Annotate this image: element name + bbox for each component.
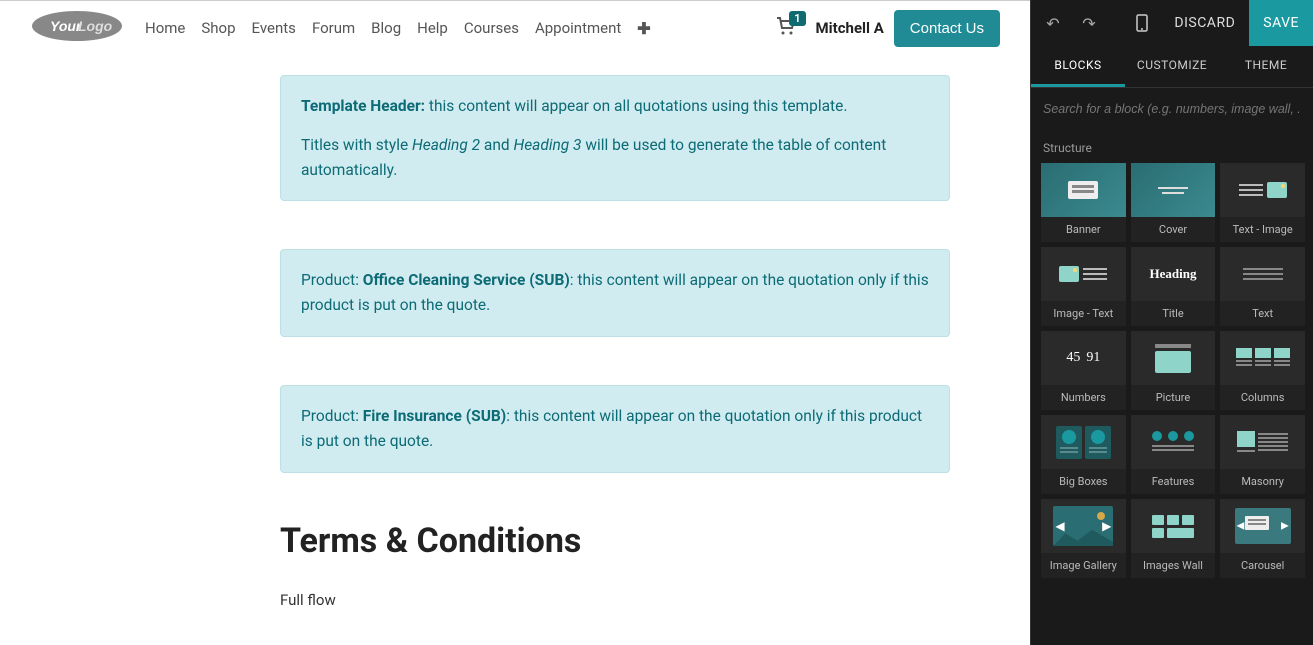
editor-sidebar: ↶ ↷ DISCARD SAVE BLOCKS CUSTOMIZE THEME … bbox=[1030, 0, 1313, 645]
block-numbers[interactable]: 4591Numbers bbox=[1041, 331, 1126, 410]
terms-heading[interactable]: Terms & Conditions bbox=[280, 521, 950, 561]
nav-links: Home Shop Events Forum Blog Help Courses… bbox=[145, 19, 651, 38]
product-box-fire-insurance[interactable]: Product: Fire Insurance (SUB): this cont… bbox=[280, 385, 950, 473]
tab-blocks[interactable]: BLOCKS bbox=[1031, 46, 1125, 87]
blocks-panel[interactable]: Structure Banner Cover Text - Image Imag… bbox=[1031, 127, 1313, 645]
block-image-text[interactable]: Image - Text bbox=[1041, 247, 1126, 326]
structure-section-label: Structure bbox=[1043, 141, 1305, 155]
add-page-icon[interactable]: ✚ bbox=[637, 19, 650, 38]
page-content[interactable]: Template Header: this content will appea… bbox=[0, 55, 1000, 645]
template-header-box[interactable]: Template Header: this content will appea… bbox=[280, 75, 950, 201]
cart-badge: 1 bbox=[789, 11, 805, 26]
save-button[interactable]: SAVE bbox=[1249, 0, 1313, 46]
block-image-gallery[interactable]: ◀▶Image Gallery bbox=[1041, 499, 1126, 578]
discard-button[interactable]: DISCARD bbox=[1160, 0, 1249, 46]
block-big-boxes[interactable]: Big Boxes bbox=[1041, 415, 1126, 494]
product-box-office-cleaning[interactable]: Product: Office Cleaning Service (SUB): … bbox=[280, 249, 950, 337]
editor-tabs: BLOCKS CUSTOMIZE THEME bbox=[1031, 46, 1313, 88]
block-masonry[interactable]: Masonry bbox=[1220, 415, 1305, 494]
nav-home[interactable]: Home bbox=[145, 19, 185, 37]
tab-theme[interactable]: THEME bbox=[1219, 46, 1313, 87]
block-text[interactable]: Text bbox=[1220, 247, 1305, 326]
nav-blog[interactable]: Blog bbox=[371, 19, 401, 37]
nav-shop[interactable]: Shop bbox=[201, 19, 235, 37]
top-navigation: Your Logo Home Shop Events Forum Blog He… bbox=[0, 1, 1030, 55]
nav-appointment[interactable]: Appointment bbox=[535, 19, 621, 37]
block-title[interactable]: HeadingTitle bbox=[1131, 247, 1216, 326]
block-images-wall[interactable]: Images Wall bbox=[1131, 499, 1216, 578]
cart-button[interactable]: 1 bbox=[776, 17, 796, 39]
logo[interactable]: Your Logo bbox=[30, 9, 125, 47]
undo-icon[interactable]: ↶ bbox=[1037, 7, 1069, 39]
block-cover[interactable]: Cover bbox=[1131, 163, 1216, 242]
contact-us-button[interactable]: Contact Us bbox=[894, 10, 1000, 47]
full-flow-text[interactable]: Full flow bbox=[280, 591, 950, 609]
block-search-input[interactable] bbox=[1043, 102, 1301, 116]
redo-icon[interactable]: ↷ bbox=[1073, 7, 1105, 39]
main-content-area: Your Logo Home Shop Events Forum Blog He… bbox=[0, 0, 1030, 645]
nav-forum[interactable]: Forum bbox=[312, 19, 355, 37]
block-features[interactable]: Features bbox=[1131, 415, 1216, 494]
username[interactable]: Mitchell A bbox=[816, 19, 884, 37]
block-text-image[interactable]: Text - Image bbox=[1220, 163, 1305, 242]
block-banner[interactable]: Banner bbox=[1041, 163, 1126, 242]
mobile-preview-icon[interactable] bbox=[1124, 0, 1160, 46]
nav-events[interactable]: Events bbox=[252, 19, 296, 37]
block-columns[interactable]: Columns bbox=[1220, 331, 1305, 410]
editor-toolbar: ↶ ↷ DISCARD SAVE bbox=[1031, 0, 1313, 46]
tab-customize[interactable]: CUSTOMIZE bbox=[1125, 46, 1219, 87]
block-carousel[interactable]: ◀▶Carousel bbox=[1220, 499, 1305, 578]
template-header-label: Template Header: bbox=[301, 97, 425, 115]
block-search-row bbox=[1031, 88, 1313, 127]
block-picture[interactable]: Picture bbox=[1131, 331, 1216, 410]
svg-text:Logo: Logo bbox=[78, 18, 113, 34]
nav-help[interactable]: Help bbox=[417, 19, 448, 37]
nav-courses[interactable]: Courses bbox=[464, 19, 519, 37]
